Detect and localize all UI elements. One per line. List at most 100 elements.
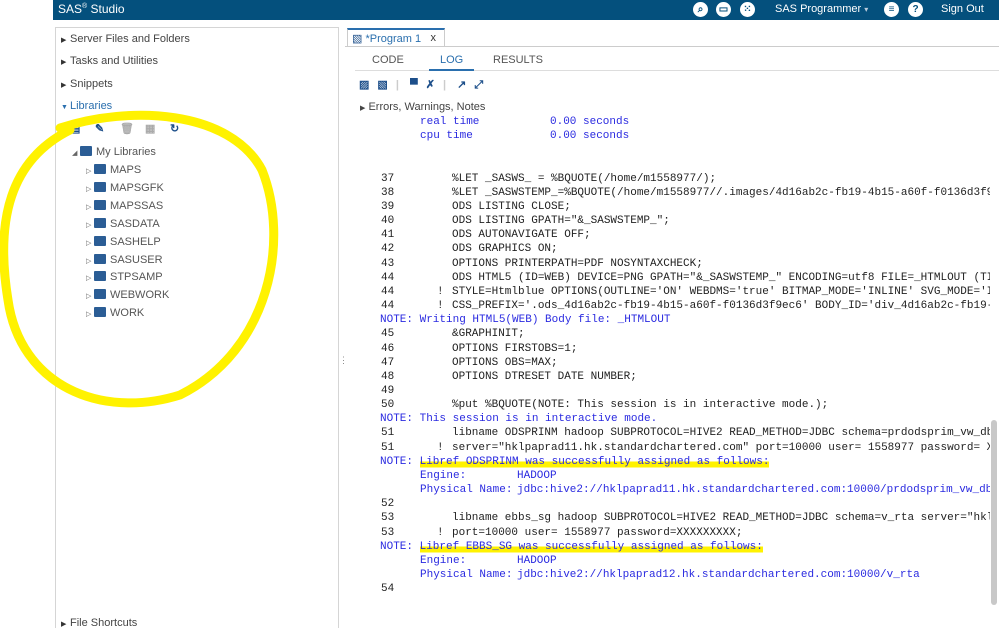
library-node[interactable]: ▷ MAPSGFK (86, 181, 164, 194)
refresh-icon[interactable]: ↻ (170, 124, 183, 135)
editor-pane: ▧ *Program 1x CODE LOG RESULTS ▨ ▧ | ▀ ✗ | ↗… (345, 27, 999, 628)
log-line: 42 ODS GRAPHICS ON; (345, 242, 990, 256)
maximize-icon[interactable]: ⤢ (474, 79, 483, 92)
log-stat-label: cpu time (420, 130, 473, 143)
node-label: MAPSSAS (110, 199, 164, 212)
log-line: 44! STYLE=Htmlblue OPTIONS(OUTLINE='ON' W… (345, 285, 990, 299)
log-line: 48 OPTIONS DTRESET DATE NUMBER; (345, 370, 990, 384)
log-line: 37 %LET _SASWS_ = %BQUOTE(/home/m1558977/… (345, 172, 990, 186)
log-line: cpu time 0.00 seconds (345, 129, 990, 143)
library-node[interactable]: ▷ MAPSSAS (86, 199, 164, 212)
continuation-mark: ! (437, 285, 444, 298)
delete-icon[interactable]: 🗑 (120, 124, 134, 135)
log-line: 51! server="hklpaprad11.hk.standardcharte… (345, 441, 990, 455)
log-value: jdbc:hive2://hklpaprad11.hk.standardchar… (517, 484, 990, 497)
section-libraries[interactable]: ▼ Libraries (61, 100, 112, 112)
section-label: File Shortcuts (70, 617, 138, 629)
expand-icon: ▷ (86, 311, 92, 319)
expand-icon: ▷ (86, 203, 92, 211)
program-icon: ▧ (352, 33, 363, 45)
section-server-files[interactable]: ▶ Server Files and Folders (61, 33, 190, 45)
log-line: 53 libname ebbs_sg hadoop SUBPROTOCOL=HIV… (345, 511, 990, 525)
log-code: %LET _SASWSTEMP_=%BQUOTE(/home/m1558977/… (452, 186, 990, 199)
log-line: 49 (345, 384, 990, 398)
log-line: Engine: HADOOP (345, 469, 990, 483)
tab-program-1[interactable]: ▧ *Program 1 x (347, 28, 445, 46)
continuation-mark: ! (437, 300, 444, 313)
log-code: ODS LISTING GPATH="&_SASWSTEMP_"; (452, 215, 670, 228)
table-icon[interactable]: ▦ (145, 124, 158, 135)
editor-subtabs: CODE LOG RESULTS (355, 51, 999, 71)
library-icon (94, 307, 106, 318)
log-line: 39 ODS LISTING CLOSE; (345, 200, 990, 214)
app-title: SAS® Studio (58, 2, 125, 16)
expand-icon: ▷ (86, 275, 92, 283)
log-code: STYLE=Htmlblue OPTIONS(OUTLINE='ON' WEBD… (452, 285, 990, 298)
library-icon (94, 271, 106, 282)
search-icon[interactable]: ⌕ (693, 2, 708, 17)
errors-warnings-notes-toggle[interactable]: ▶ Errors, Warnings, Notes (360, 101, 485, 113)
continuation-mark: ! (437, 441, 444, 454)
node-label: WORK (110, 307, 145, 320)
vertical-scrollbar[interactable] (991, 420, 997, 605)
top-header: SAS® Studio ⌕ ▭ ⁙ SAS Programmer ▾ ≡ ? S… (53, 0, 999, 20)
expand-icon: ▷ (86, 168, 92, 175)
tab-results[interactable]: RESULTS (493, 54, 543, 66)
menu-icon[interactable]: ≡ (884, 2, 899, 17)
expand-icon: ▷ (86, 257, 92, 265)
open-folder-icon[interactable]: ▭ (716, 2, 731, 17)
note-text-highlighted: Libref ODSPRINM was successfully assigne… (419, 455, 770, 468)
popout-icon[interactable]: ↗ (457, 78, 466, 91)
properties-icon[interactable]: ✎ (95, 124, 108, 135)
line-number: 38 (381, 186, 395, 199)
library-node[interactable]: ▷ STPSAMP (86, 271, 163, 283)
library-node[interactable]: ▷ SASUSER (86, 253, 163, 266)
log-stat-value: 0.00 seconds (550, 130, 630, 143)
apps-grid-icon[interactable]: ⁙ (740, 2, 755, 17)
section-tasks[interactable]: ▶ Tasks and Utilities (61, 55, 158, 67)
download-icon[interactable]: ▧ (377, 78, 387, 91)
log-line: Engine: HADOOP (345, 554, 990, 568)
log-key: Physical Name: (420, 484, 513, 497)
library-node[interactable]: ▷ SASDATA (86, 217, 160, 230)
line-number: 37 (381, 172, 395, 185)
library-icon (94, 181, 106, 192)
print-icon[interactable]: ▀ (410, 79, 418, 91)
new-library-icon[interactable]: ▤ (70, 124, 83, 135)
tab-code[interactable]: CODE (372, 54, 404, 66)
line-number: 40 (381, 215, 395, 228)
log-value: HADOOP (517, 469, 557, 482)
section-label: Snippets (70, 78, 113, 90)
tab-log[interactable]: LOG (429, 54, 475, 71)
library-node[interactable]: ▷ MAPS (86, 164, 141, 176)
library-icon (94, 199, 106, 210)
section-snippets[interactable]: ▶ Snippets (61, 78, 113, 90)
collapse-icon: ▼ (61, 104, 68, 111)
close-tab-icon[interactable]: x (431, 32, 437, 44)
library-node[interactable]: ▷ WORK (86, 307, 144, 319)
log-code: OPTIONS FIRSTOBS=1; (452, 342, 578, 355)
library-node[interactable]: ▷ SASHELP (86, 235, 161, 248)
section-file-shortcuts[interactable]: ▶ File Shortcuts (61, 617, 137, 629)
save-icon[interactable]: ▨ (359, 78, 369, 91)
my-libraries-node[interactable]: ◢ My Libraries (72, 146, 156, 158)
node-label: MAPS (110, 164, 142, 176)
log-line: 40 ODS LISTING GPATH="&_SASWSTEMP_"; (345, 214, 990, 228)
line-number: 52 (381, 498, 395, 511)
log-value: HADOOP (517, 554, 557, 567)
sign-out-link[interactable]: Sign Out (941, 3, 984, 15)
log-code: ODS AUTONAVIGATE OFF; (452, 229, 591, 242)
log-toolbar: ▨ ▧ | ▀ ✗ | ↗ ⤢ (359, 78, 484, 92)
perspective-menu[interactable]: SAS Programmer ▾ (775, 3, 868, 15)
tab-divider (345, 46, 999, 47)
log-code: OPTIONS PRINTERPATH=PDF NOSYNTAXCHECK; (452, 257, 703, 270)
clear-log-icon[interactable]: ✗ (426, 78, 435, 91)
app-title-studio: Studio (90, 2, 125, 16)
log-line: Physical Name: jdbc:hive2://hklpaprad11.h… (345, 483, 990, 497)
log-line: 44! CSS_PREFIX='.ods_4d16ab2c-fb19-4b15-a… (345, 299, 990, 313)
collapse-icon: ◢ (72, 150, 78, 157)
help-icon[interactable]: ? (908, 2, 923, 17)
library-node[interactable]: ▷ WEBWORK (86, 289, 169, 301)
log-line: 46 OPTIONS FIRSTOBS=1; (345, 342, 990, 356)
log-key: Physical Name: (420, 569, 513, 581)
